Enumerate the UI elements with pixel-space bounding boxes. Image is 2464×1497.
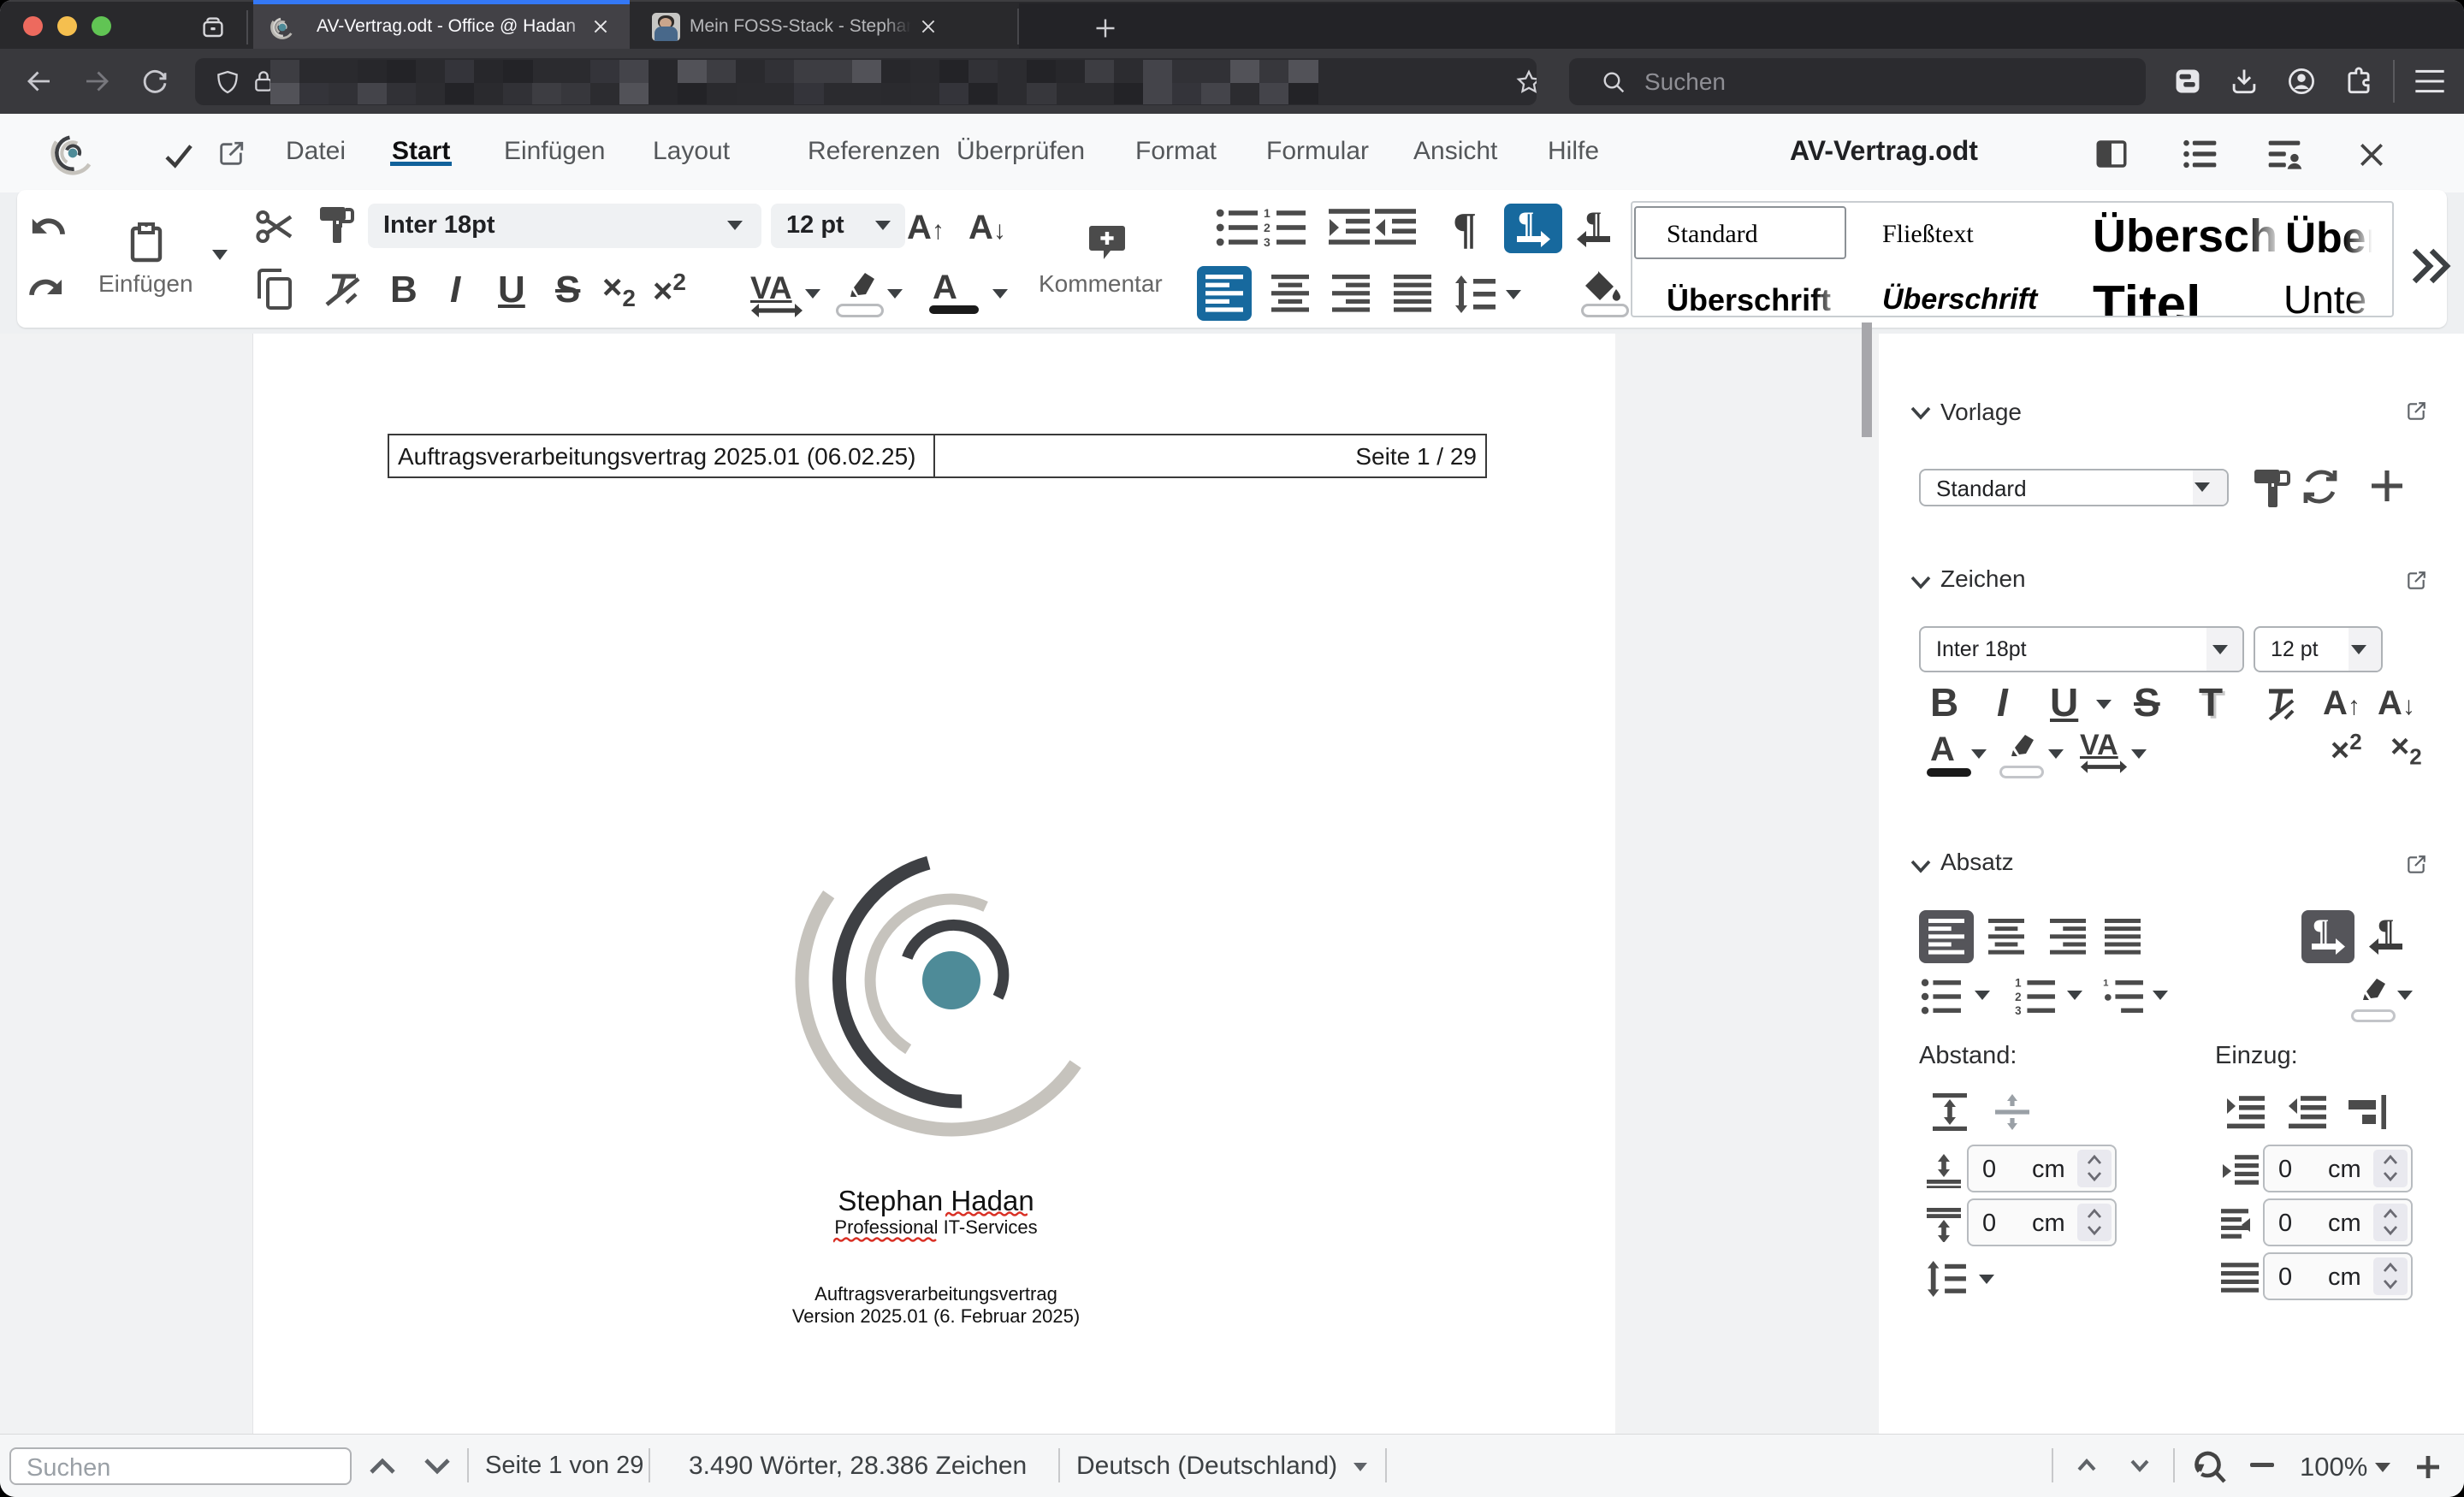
svg-text:¶: ¶ bbox=[2313, 915, 2329, 947]
svg-text:¶: ¶ bbox=[1585, 208, 1602, 240]
svg-text:2: 2 bbox=[1264, 221, 1270, 234]
svg-text:¶: ¶ bbox=[2378, 915, 2394, 947]
svg-text:¶: ¶ bbox=[1518, 208, 1534, 240]
svg-text:1: 1 bbox=[2015, 978, 2022, 990]
svg-text:2: 2 bbox=[2015, 991, 2021, 1003]
svg-text:3: 3 bbox=[1264, 235, 1270, 247]
svg-text:1: 1 bbox=[2103, 979, 2109, 989]
svg-text:3: 3 bbox=[2015, 1004, 2021, 1015]
svg-text:1: 1 bbox=[1264, 208, 1270, 220]
